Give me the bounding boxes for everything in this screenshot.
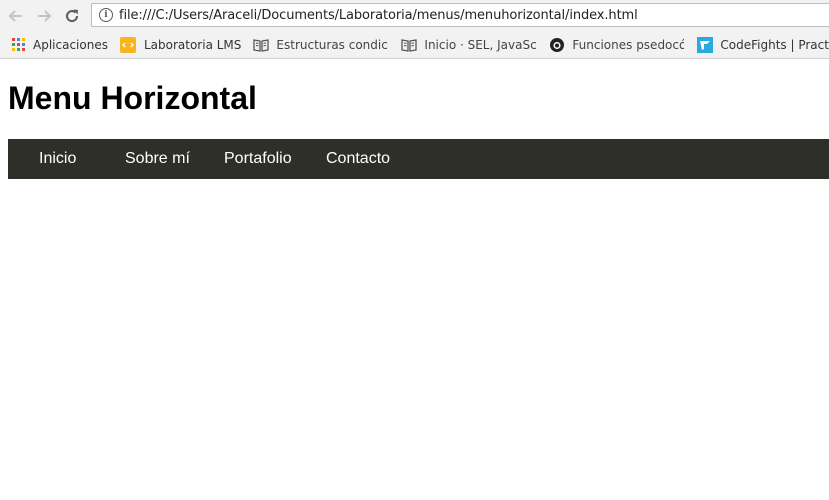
back-button[interactable]	[4, 4, 28, 28]
bookmark-label: CodeFights | Practice	[720, 37, 829, 52]
apps-grid-icon	[10, 37, 26, 53]
book-icon	[253, 37, 270, 53]
bookmark-funciones-pseudocodigo[interactable]: Funciones psedocódi	[549, 31, 684, 58]
github-icon	[549, 37, 565, 53]
book-icon	[401, 37, 418, 53]
bookmark-laboratoria-lms[interactable]: Laboratoria LMS	[119, 31, 242, 58]
horizontal-menu: Inicio Sobre mí Portafolio Contacto	[8, 139, 829, 179]
forward-button[interactable]	[32, 4, 56, 28]
bookmark-label: Inicio · SEL, JavaScript	[424, 37, 537, 52]
address-bar[interactable]: i file:///C:/Users/Araceli/Documents/Lab…	[91, 3, 829, 27]
menu-item-portafolio[interactable]: Portafolio	[224, 150, 292, 168]
menu-item-sobre-mi[interactable]: Sobre mí	[125, 150, 190, 168]
bookmark-codefights[interactable]: CodeFights | Practice	[697, 31, 829, 58]
url-text[interactable]: file:///C:/Users/Araceli/Documents/Labor…	[119, 8, 638, 23]
reload-button[interactable]	[60, 4, 84, 28]
reload-icon	[66, 9, 79, 22]
bookmarks-bar: Aplicaciones Laboratoria LMS Estructuras…	[0, 31, 829, 59]
page-title: Menu Horizontal	[8, 80, 257, 116]
bookmark-inicio-sel[interactable]: Inicio · SEL, JavaScript	[401, 31, 536, 58]
bookmark-label: Estructuras condicion	[276, 37, 388, 52]
bookmark-aplicaciones[interactable]: Aplicaciones	[10, 31, 108, 58]
bookmark-label: Laboratoria LMS	[143, 37, 242, 52]
laboratoria-icon	[119, 36, 136, 53]
bookmark-label: Funciones psedocódi	[572, 37, 684, 52]
menu-item-inicio[interactable]: Inicio	[39, 150, 76, 168]
bookmark-label: Aplicaciones	[33, 37, 108, 52]
arrow-right-icon	[38, 9, 52, 22]
bookmark-estructuras-condicion[interactable]: Estructuras condicion	[253, 31, 388, 58]
menu-item-contacto[interactable]: Contacto	[326, 150, 390, 168]
codefights-icon	[697, 36, 714, 53]
arrow-left-icon	[8, 9, 22, 22]
browser-toolbar: i file:///C:/Users/Araceli/Documents/Lab…	[0, 0, 829, 31]
info-icon[interactable]: i	[99, 8, 113, 22]
